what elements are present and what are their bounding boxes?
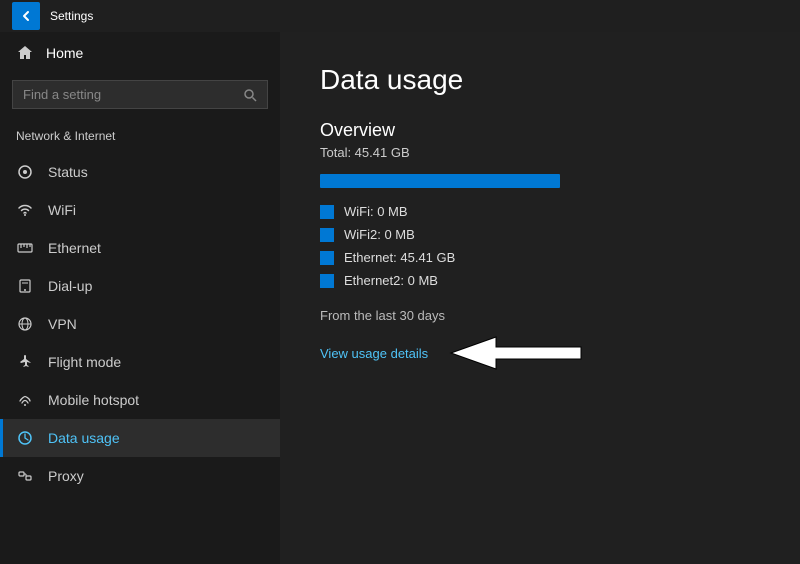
sidebar-label-mobilehotspot: Mobile hotspot <box>48 392 139 408</box>
search-input[interactable] <box>23 87 235 102</box>
wifi-icon <box>16 201 34 219</box>
sidebar-item-status[interactable]: Status <box>0 153 280 191</box>
ethernet2-usage-label: Ethernet2: 0 MB <box>344 273 438 288</box>
ethernet-icon <box>16 239 34 257</box>
usage-list: WiFi: 0 MB WiFi2: 0 MB Ethernet: 45.41 G… <box>320 204 760 288</box>
sidebar-label-ethernet: Ethernet <box>48 240 101 256</box>
sidebar-item-proxy[interactable]: Proxy <box>0 457 280 495</box>
sidebar-label-dialup: Dial-up <box>48 278 92 294</box>
sidebar: Home Network & Internet Status <box>0 32 280 564</box>
home-icon <box>16 44 34 62</box>
sidebar-item-wifi[interactable]: WiFi <box>0 191 280 229</box>
datausage-icon <box>16 429 34 447</box>
list-item: Ethernet2: 0 MB <box>320 273 760 288</box>
view-details-container: View usage details <box>320 335 586 371</box>
ethernet-color-box <box>320 251 334 265</box>
content-area: Data usage Overview Total: 45.41 GB WiFi… <box>280 32 800 564</box>
sidebar-item-dialup[interactable]: Dial-up <box>0 267 280 305</box>
title-bar-title: Settings <box>50 9 93 23</box>
wifi2-color-box <box>320 228 334 242</box>
sidebar-item-datausage[interactable]: Data usage <box>0 419 280 457</box>
list-item: WiFi: 0 MB <box>320 204 760 219</box>
status-icon <box>16 163 34 181</box>
usage-bar-fill <box>320 174 560 188</box>
wifi2-usage-label: WiFi2: 0 MB <box>344 227 415 242</box>
sidebar-section-title: Network & Internet <box>0 123 280 153</box>
usage-bar <box>320 174 560 188</box>
sidebar-item-ethernet[interactable]: Ethernet <box>0 229 280 267</box>
mobilehotspot-icon <box>16 391 34 409</box>
home-label: Home <box>46 45 83 61</box>
vpn-icon <box>16 315 34 333</box>
sidebar-item-home[interactable]: Home <box>0 32 280 74</box>
back-button[interactable] <box>12 2 40 30</box>
wifi-color-box <box>320 205 334 219</box>
ethernet2-color-box <box>320 274 334 288</box>
search-box[interactable] <box>12 80 268 109</box>
dialup-icon <box>16 277 34 295</box>
page-title: Data usage <box>320 64 760 96</box>
overview-title: Overview <box>320 120 760 141</box>
sidebar-label-proxy: Proxy <box>48 468 84 484</box>
overview-total: Total: 45.41 GB <box>320 145 760 160</box>
flightmode-icon <box>16 353 34 371</box>
sidebar-item-flightmode[interactable]: Flight mode <box>0 343 280 381</box>
sidebar-label-status: Status <box>48 164 88 180</box>
search-icon <box>243 88 257 102</box>
list-item: Ethernet: 45.41 GB <box>320 250 760 265</box>
sidebar-item-vpn[interactable]: VPN <box>0 305 280 343</box>
arrow-annotation <box>446 335 586 371</box>
sidebar-item-mobilehotspot[interactable]: Mobile hotspot <box>0 381 280 419</box>
main-layout: Home Network & Internet Status <box>0 32 800 564</box>
sidebar-label-wifi: WiFi <box>48 202 76 218</box>
title-bar: Settings <box>0 0 800 32</box>
view-usage-details-link[interactable]: View usage details <box>320 346 428 361</box>
wifi-usage-label: WiFi: 0 MB <box>344 204 408 219</box>
sidebar-label-flightmode: Flight mode <box>48 354 121 370</box>
sidebar-label-vpn: VPN <box>48 316 77 332</box>
proxy-icon <box>16 467 34 485</box>
from-last-label: From the last 30 days <box>320 308 760 323</box>
list-item: WiFi2: 0 MB <box>320 227 760 242</box>
ethernet-usage-label: Ethernet: 45.41 GB <box>344 250 455 265</box>
sidebar-label-datausage: Data usage <box>48 430 120 446</box>
